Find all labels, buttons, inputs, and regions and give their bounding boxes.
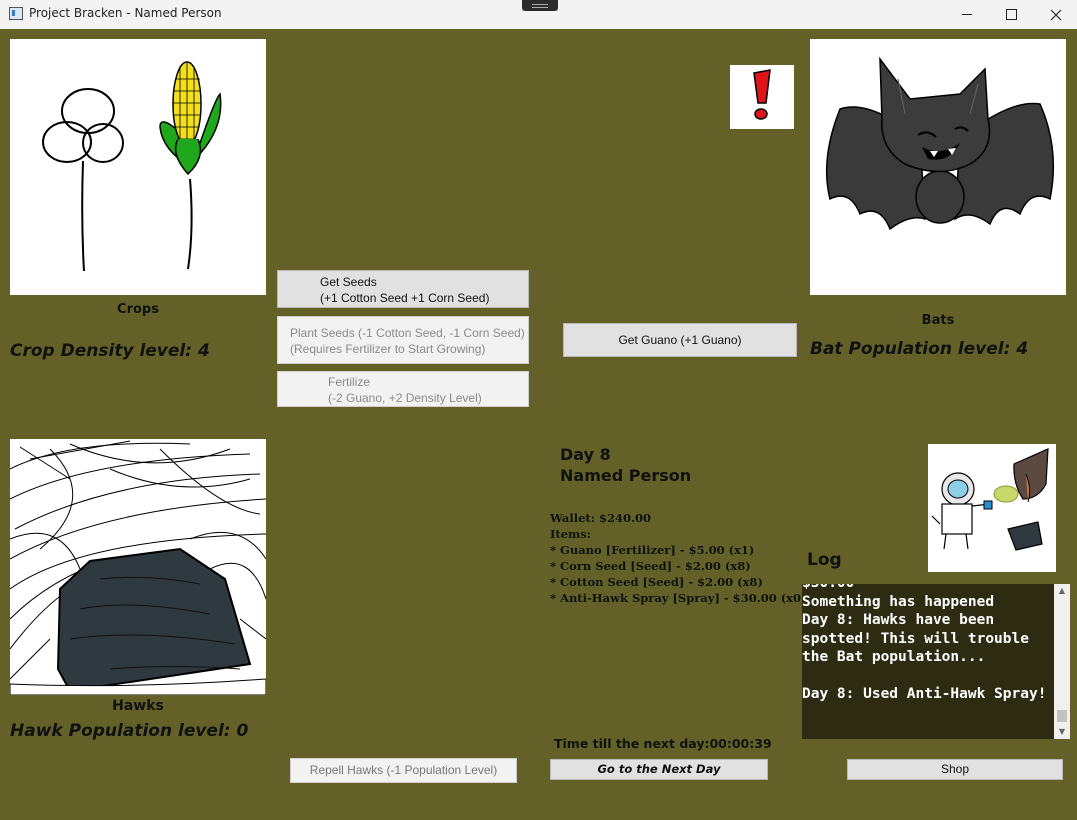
hawk-population-level: Hawk Population level: 0 xyxy=(10,721,249,741)
bats-image xyxy=(810,39,1066,295)
hawks-image xyxy=(10,439,266,695)
maximize-button[interactable] xyxy=(988,0,1034,29)
day-label: Day 8 xyxy=(560,445,611,464)
hawks-drawing xyxy=(10,440,266,695)
spray-drawing xyxy=(931,448,1049,551)
shop-button[interactable]: Shop xyxy=(847,759,1063,780)
window-titlebar[interactable]: Project Bracken - Named Person xyxy=(0,0,1077,29)
list-item: * Guano [Fertilizer] - $5.00 (x1) xyxy=(550,543,755,557)
day-timer: Time till the next day:00:00:39 xyxy=(554,736,772,751)
window-title: Project Bracken - Named Person xyxy=(29,6,222,20)
crops-drawing xyxy=(42,61,222,272)
scroll-up-icon[interactable]: ▲ xyxy=(1054,584,1070,598)
log-scrollbar[interactable]: ▲ ▼ xyxy=(1054,584,1070,739)
snap-layout-handle[interactable] xyxy=(522,0,558,11)
get-guano-button[interactable]: Get Guano (+1 Guano) xyxy=(563,323,797,357)
crops-caption: Crops xyxy=(117,302,159,317)
list-item: * Cotton Seed [Seed] - $2.00 (x8) xyxy=(550,575,763,589)
items-label: Items: xyxy=(550,527,591,541)
hawks-caption: Hawks xyxy=(112,698,164,714)
close-button[interactable] xyxy=(1033,0,1077,29)
crops-image xyxy=(10,39,266,295)
plant-seeds-button[interactable]: Plant Seeds (-1 Cotton Seed, -1 Corn See… xyxy=(277,316,529,364)
next-day-button[interactable]: Go to the Next Day xyxy=(550,759,768,780)
wallet-value: Wallet: $240.00 xyxy=(550,511,651,525)
scroll-down-icon[interactable]: ▼ xyxy=(1054,725,1070,739)
get-seeds-detail: (+1 Cotton Seed +1 Corn Seed) xyxy=(320,291,490,305)
log-label: Log xyxy=(807,550,842,570)
app-icon xyxy=(9,7,23,20)
log-content: $30.00 Something has happened Day 8: Haw… xyxy=(802,584,1047,702)
fertilize-button[interactable]: Fertilize (-2 Guano, +2 Density Level) xyxy=(277,371,529,407)
inventory-panel: Wallet: $240.00 Items: * Guano [Fertiliz… xyxy=(550,510,806,606)
exclamation-icon xyxy=(753,69,771,120)
get-seeds-label: Get Seeds xyxy=(320,275,377,289)
scrollbar-thumb[interactable] xyxy=(1057,710,1067,722)
minimize-button[interactable] xyxy=(944,0,990,29)
list-item: * Corn Seed [Seed] - $2.00 (x8) xyxy=(550,559,751,573)
bat-population-level: Bat Population level: 4 xyxy=(810,339,1029,359)
plant-seeds-label: Plant Seeds (-1 Cotton Seed, -1 Corn See… xyxy=(290,326,525,340)
bats-caption: Bats xyxy=(921,313,955,328)
player-name: Named Person xyxy=(560,466,692,485)
alert-icon xyxy=(730,65,794,129)
bats-drawing xyxy=(825,56,1055,231)
crop-density-level: Crop Density level: 4 xyxy=(10,341,210,361)
plant-seeds-detail: (Requires Fertilizer to Start Growing) xyxy=(290,342,486,356)
close-icon xyxy=(1050,9,1062,20)
get-seeds-button[interactable]: Get Seeds (+1 Cotton Seed +1 Corn Seed) xyxy=(277,270,529,308)
log-textbox[interactable]: $30.00 Something has happened Day 8: Haw… xyxy=(802,584,1054,739)
anti-hawk-spray-image xyxy=(928,444,1056,572)
repell-hawks-button[interactable]: Repell Hawks (-1 Population Level) xyxy=(290,758,517,783)
fertilize-detail: (-2 Guano, +2 Density Level) xyxy=(328,391,482,405)
fertilize-label: Fertilize xyxy=(328,375,371,389)
list-item: * Anti-Hawk Spray [Spray] - $30.00 (x0) xyxy=(550,591,807,605)
